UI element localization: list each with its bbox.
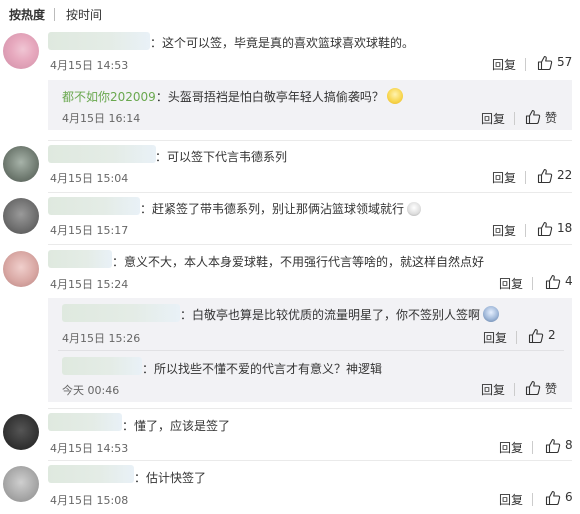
- comment-divider: [48, 408, 572, 409]
- action-divider: [532, 277, 533, 290]
- comment-text: ：这个可以签，毕竟是真的喜欢篮球喜欢球鞋的。: [150, 36, 415, 50]
- reply-username[interactable]: 都不如你202009: [62, 90, 156, 104]
- action-divider: [516, 331, 517, 344]
- action-divider: [532, 441, 533, 454]
- reply-button[interactable]: 回复: [499, 491, 523, 508]
- avatar[interactable]: [3, 146, 39, 182]
- comment-divider: [48, 192, 572, 193]
- sort-by-time-tab[interactable]: 按时间: [66, 6, 102, 23]
- reply-button[interactable]: 回复: [492, 169, 516, 186]
- like-button[interactable]: 4: [545, 274, 575, 290]
- avatar[interactable]: [3, 414, 39, 450]
- comment-time: 4月15日 15:08: [50, 494, 129, 507]
- like-count: 22: [557, 168, 573, 182]
- action-divider: [514, 112, 515, 125]
- thumbs-up-icon: [525, 380, 541, 396]
- thumbs-up-icon: [528, 328, 544, 344]
- thumbs-up-icon: [537, 168, 553, 184]
- thumbs-up-icon: [525, 109, 541, 125]
- like-button[interactable]: 22: [537, 168, 573, 184]
- reply-button[interactable]: 回复: [492, 56, 516, 73]
- comment-time: 4月15日 14:53: [50, 442, 129, 455]
- like-count: 18: [557, 221, 573, 235]
- emoji-icon: [483, 306, 500, 322]
- username[interactable]: [48, 32, 150, 50]
- like-button[interactable]: 6: [545, 490, 575, 506]
- username[interactable]: [48, 465, 134, 483]
- reply-time: 4月15日 16:14: [62, 112, 141, 125]
- reply-username[interactable]: [62, 304, 180, 322]
- sort-divider: [54, 8, 55, 21]
- avatar[interactable]: [3, 466, 39, 502]
- like-count: 6: [565, 490, 573, 504]
- comment-time: 4月15日 15:17: [50, 224, 129, 237]
- like-button[interactable]: 赞: [525, 109, 563, 125]
- comment-text: ：懂了，应该是签了: [122, 419, 231, 433]
- comment-time: 4月15日 14:53: [50, 59, 129, 72]
- reply-button[interactable]: 回复: [499, 439, 523, 456]
- reply-content: ：头盔哥捂裆是怕白敬亭年轻人搞偷袭吗？: [155, 90, 384, 104]
- comment-time: 4月15日 15:04: [50, 172, 129, 185]
- action-divider: [525, 171, 526, 184]
- reply-text: ：所以找些不懂不爱的代言才有意义？神逻辑: [142, 362, 383, 376]
- action-divider: [532, 493, 533, 506]
- reply-button[interactable]: 回复: [483, 329, 507, 346]
- like-count: 2: [548, 328, 556, 342]
- comment-divider: [48, 244, 572, 245]
- emoji-icon: [407, 202, 422, 216]
- comment-divider: [48, 460, 572, 461]
- reply-button[interactable]: 回复: [492, 222, 516, 239]
- reply-button[interactable]: 回复: [481, 381, 505, 398]
- like-label: 赞: [545, 111, 558, 125]
- reply-button[interactable]: 回复: [499, 275, 523, 292]
- reply-text: ：白敬亭也算是比较优质的流量明星了，你不签别人签啊: [180, 306, 500, 323]
- avatar[interactable]: [3, 33, 39, 69]
- like-button[interactable]: 2: [528, 328, 558, 344]
- reply-button[interactable]: 回复: [481, 110, 505, 127]
- comment-text: ：估计快签了: [134, 471, 207, 485]
- sort-tabs: 按热度 按时间: [0, 0, 580, 26]
- username[interactable]: [48, 145, 156, 163]
- comment-content: ：赶紧签了带韦德系列，别让那俩沾篮球领域就行: [140, 202, 405, 216]
- sort-by-hot-tab[interactable]: 按热度: [9, 6, 45, 23]
- comment-time: 4月15日 15:24: [50, 278, 129, 291]
- username[interactable]: [48, 250, 112, 268]
- avatar[interactable]: [3, 198, 39, 234]
- thumbs-up-icon: [545, 490, 561, 506]
- reply-time: 4月15日 15:26: [62, 332, 141, 345]
- comment-divider: [48, 140, 572, 141]
- comment-text: ：可以签下代言韦德系列: [155, 150, 288, 164]
- thumbs-up-icon: [537, 221, 553, 237]
- reply-content: ：白敬亭也算是比较优质的流量明星了，你不签别人签啊: [180, 308, 481, 322]
- reply-username[interactable]: [62, 357, 142, 375]
- like-button[interactable]: 57: [537, 55, 573, 71]
- like-count: 8: [565, 438, 573, 452]
- action-divider: [525, 224, 526, 237]
- like-button[interactable]: 8: [545, 438, 575, 454]
- username[interactable]: [48, 197, 140, 215]
- like-count: 4: [565, 274, 573, 288]
- like-label: 赞: [545, 382, 558, 396]
- thumbs-up-icon: [537, 55, 553, 71]
- like-count: 57: [557, 55, 573, 69]
- comment-text: ：赶紧签了带韦德系列，别让那俩沾篮球领域就行: [140, 200, 422, 217]
- action-divider: [525, 58, 526, 71]
- comment-text: ：意义不大，本人本身爱球鞋，不用强行代言等啥的，就这样自然点好: [112, 255, 485, 269]
- action-divider: [514, 383, 515, 396]
- emoji-icon: [386, 88, 403, 104]
- avatar[interactable]: [3, 251, 39, 287]
- thumbs-up-icon: [545, 438, 561, 454]
- reply-text: 都不如你202009：头盔哥捂裆是怕白敬亭年轻人搞偷袭吗？: [62, 88, 403, 105]
- thumbs-up-icon: [545, 274, 561, 290]
- like-button[interactable]: 18: [537, 221, 573, 237]
- reply-divider: [58, 350, 564, 351]
- username[interactable]: [48, 413, 122, 431]
- reply-time: 今天 00:46: [62, 384, 120, 397]
- like-button[interactable]: 赞: [525, 380, 563, 396]
